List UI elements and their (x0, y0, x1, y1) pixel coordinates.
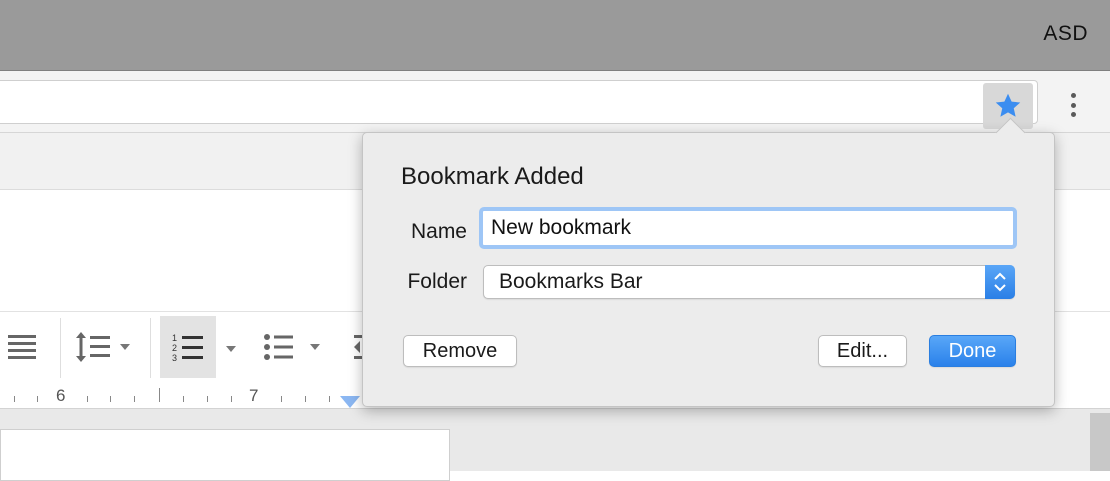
numbered-list-button[interactable]: 1 2 3 (160, 316, 216, 378)
remove-button[interactable]: Remove (403, 335, 517, 367)
ruler-tick (14, 396, 15, 402)
line-spacing-icon (76, 332, 110, 362)
ruler-tick (207, 396, 208, 402)
ruler-label: 7 (249, 386, 259, 405)
document-page[interactable] (0, 429, 450, 481)
chevron-down-icon[interactable] (226, 346, 236, 352)
toolbar-divider (60, 318, 61, 378)
chevron-up-icon (994, 272, 1006, 280)
dot (1070, 102, 1076, 108)
folder-select[interactable]: Bookmarks Bar (483, 265, 1015, 299)
folder-selected-value: Bookmarks Bar (499, 270, 643, 293)
line-spacing-button[interactable] (74, 330, 130, 364)
chevron-down-icon (120, 344, 130, 350)
star-icon (995, 93, 1021, 117)
ruler-tick (110, 396, 111, 402)
bulleted-list-button[interactable] (264, 332, 320, 362)
browser-menu-button[interactable] (1062, 89, 1084, 121)
bookmark-added-dialog: Bookmark Added Name Folder Bookmarks Bar… (362, 117, 1055, 407)
ruler-tick (37, 396, 38, 402)
ruler-tick (159, 388, 160, 402)
right-indent-marker-icon[interactable] (340, 396, 360, 408)
ruler-tick (305, 396, 306, 402)
dot (1070, 112, 1076, 117)
bookmark-name-input[interactable] (479, 207, 1017, 249)
svg-text:2: 2 (172, 343, 177, 353)
numbered-list-icon: 1 2 3 (172, 333, 203, 363)
name-label: Name (410, 220, 467, 243)
address-bar[interactable] (0, 80, 1038, 124)
folder-label: Folder (407, 270, 467, 293)
toolbar-divider (150, 318, 151, 378)
browser-toolbar (0, 71, 1110, 133)
dialog-title: Bookmark Added (401, 163, 584, 190)
window-titlebar: ASD (0, 0, 1110, 71)
profile-name[interactable]: ASD (1043, 22, 1088, 46)
ruler-tick (281, 396, 282, 402)
svg-text:3: 3 (172, 353, 177, 363)
chevron-down-icon (994, 284, 1006, 292)
align-justify-icon (8, 335, 36, 359)
ruler-tick (87, 396, 88, 402)
ruler-tick (329, 396, 330, 402)
ruler-tick (183, 396, 184, 402)
chevron-down-icon (310, 344, 320, 350)
ruler-tick (231, 396, 232, 402)
vertical-scrollbar[interactable] (1090, 413, 1110, 471)
edit-button[interactable]: Edit... (818, 335, 907, 367)
document-canvas (0, 408, 1110, 481)
select-stepper-icon (985, 265, 1015, 299)
ruler-tick (134, 396, 135, 402)
svg-text:1: 1 (172, 333, 177, 343)
bulleted-list-icon (264, 334, 293, 360)
ruler-label: 6 (56, 386, 66, 405)
align-justify-button[interactable] (8, 332, 36, 362)
done-button[interactable]: Done (929, 335, 1016, 367)
dot (1070, 93, 1076, 98)
